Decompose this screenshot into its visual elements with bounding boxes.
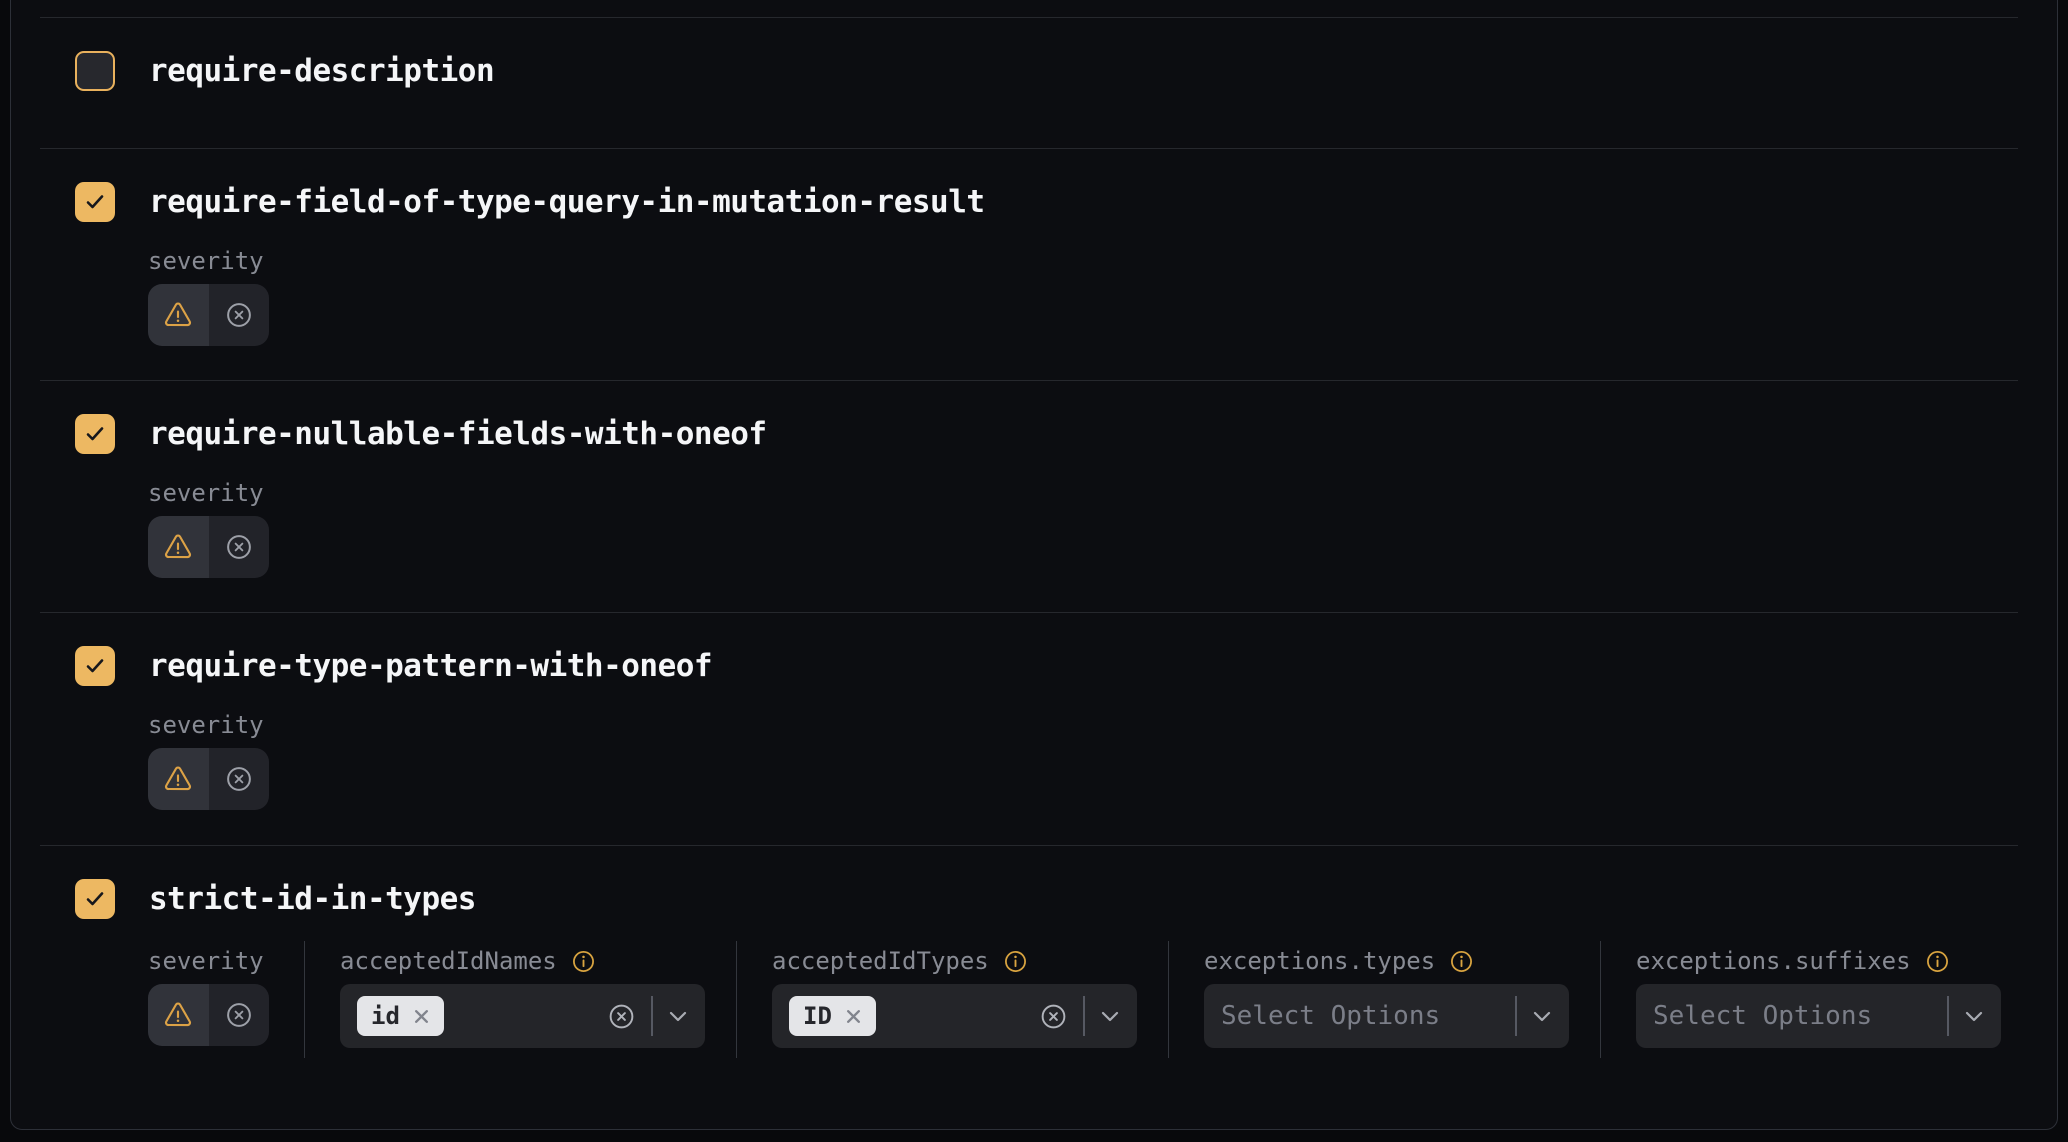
- clear-all-icon[interactable]: [607, 1002, 636, 1031]
- severity-off-button[interactable]: [209, 516, 270, 578]
- info-icon[interactable]: [1003, 949, 1028, 974]
- select-placeholder: Select Options: [1653, 1001, 1872, 1031]
- select-divider: [651, 996, 653, 1036]
- warning-triangle-icon: [162, 764, 194, 794]
- severity-label: severity: [148, 712, 2057, 738]
- check-icon: [83, 887, 107, 911]
- rule-title: require-nullable-fields-with-oneof: [149, 416, 767, 452]
- rule-title: require-description: [149, 53, 494, 89]
- warning-triangle-icon: [162, 532, 194, 562]
- chevron-down-icon[interactable]: [1532, 1010, 1552, 1023]
- severity-label: severity: [148, 248, 2057, 274]
- circle-x-icon: [224, 764, 254, 794]
- circle-x-icon: [224, 532, 254, 562]
- severity-toggle: [148, 516, 269, 578]
- rule-row-require-description: require-description: [11, 18, 2057, 148]
- rule-title: require-field-of-type-query-in-mutation-…: [149, 184, 985, 220]
- severity-off-button[interactable]: [209, 984, 270, 1046]
- option-column-exceptions-types: exceptions.types Select Options: [1169, 948, 1600, 1048]
- tag-remove-x-icon[interactable]: [413, 1008, 430, 1025]
- rule-row-require-type-pattern-with-oneof: require-type-pattern-with-oneof severity: [11, 613, 2057, 845]
- chevron-down-icon[interactable]: [1964, 1010, 1984, 1023]
- severity-warn-button[interactable]: [148, 284, 209, 346]
- rule-checkbox[interactable]: [75, 414, 115, 454]
- select-divider: [1515, 996, 1517, 1036]
- severity-warn-button[interactable]: [148, 748, 209, 810]
- acceptedIdNames-multiselect[interactable]: id: [340, 984, 705, 1048]
- circle-x-icon: [224, 1000, 254, 1030]
- rule-row-strict-id-in-types: strict-id-in-types severity: [11, 846, 2057, 1129]
- exceptions-types-select[interactable]: Select Options: [1204, 984, 1569, 1048]
- rules-config-card: require-description require-field-of-typ…: [10, 0, 2058, 1130]
- severity-warn-button[interactable]: [148, 984, 209, 1046]
- option-column-severity: severity: [148, 948, 304, 1048]
- acceptedIdTypes-multiselect[interactable]: ID: [772, 984, 1137, 1048]
- rule-title: strict-id-in-types: [149, 881, 476, 917]
- rule-checkbox[interactable]: [75, 646, 115, 686]
- severity-off-button[interactable]: [209, 284, 270, 346]
- warning-triangle-icon: [162, 300, 194, 330]
- severity-label: severity: [148, 480, 2057, 506]
- check-icon: [83, 190, 107, 214]
- exceptions-suffixes-select[interactable]: Select Options: [1636, 984, 2001, 1048]
- select-divider: [1083, 996, 1085, 1036]
- info-icon[interactable]: [1925, 949, 1950, 974]
- chevron-down-icon[interactable]: [668, 1010, 688, 1023]
- tag-remove-x-icon[interactable]: [845, 1008, 862, 1025]
- clear-all-icon[interactable]: [1039, 1002, 1068, 1031]
- rule-row-require-field-of-type-query-in-mutation-result: require-field-of-type-query-in-mutation-…: [11, 149, 2057, 380]
- rule-checkbox[interactable]: [75, 182, 115, 222]
- chevron-down-icon[interactable]: [1100, 1010, 1120, 1023]
- info-icon[interactable]: [1449, 949, 1474, 974]
- severity-toggle: [148, 984, 269, 1046]
- option-column-exceptions-suffixes: exceptions.suffixes Select Options: [1601, 948, 2032, 1048]
- select-divider: [1947, 996, 1949, 1036]
- severity-toggle: [148, 284, 269, 346]
- info-icon[interactable]: [571, 949, 596, 974]
- selected-tag: ID: [789, 996, 876, 1036]
- select-placeholder: Select Options: [1221, 1001, 1440, 1031]
- rule-title: require-type-pattern-with-oneof: [149, 648, 712, 684]
- selected-tag: id: [357, 996, 444, 1036]
- check-icon: [83, 422, 107, 446]
- severity-off-button[interactable]: [209, 748, 270, 810]
- severity-toggle: [148, 748, 269, 810]
- severity-label: severity: [148, 948, 269, 974]
- circle-x-icon: [224, 300, 254, 330]
- option-label: acceptedIdTypes: [772, 947, 989, 975]
- severity-warn-button[interactable]: [148, 516, 209, 578]
- rule-row-require-nullable-fields-with-oneof: require-nullable-fields-with-oneof sever…: [11, 381, 2057, 612]
- warning-triangle-icon: [162, 1000, 194, 1030]
- option-label: exceptions.types: [1204, 947, 1435, 975]
- check-icon: [83, 654, 107, 678]
- option-label: acceptedIdNames: [340, 947, 557, 975]
- option-column-acceptedIdTypes: acceptedIdTypes ID: [737, 948, 1168, 1048]
- option-label: exceptions.suffixes: [1636, 947, 1911, 975]
- option-column-acceptedIdNames: acceptedIdNames id: [305, 948, 736, 1048]
- rule-checkbox[interactable]: [75, 51, 115, 91]
- rule-checkbox[interactable]: [75, 879, 115, 919]
